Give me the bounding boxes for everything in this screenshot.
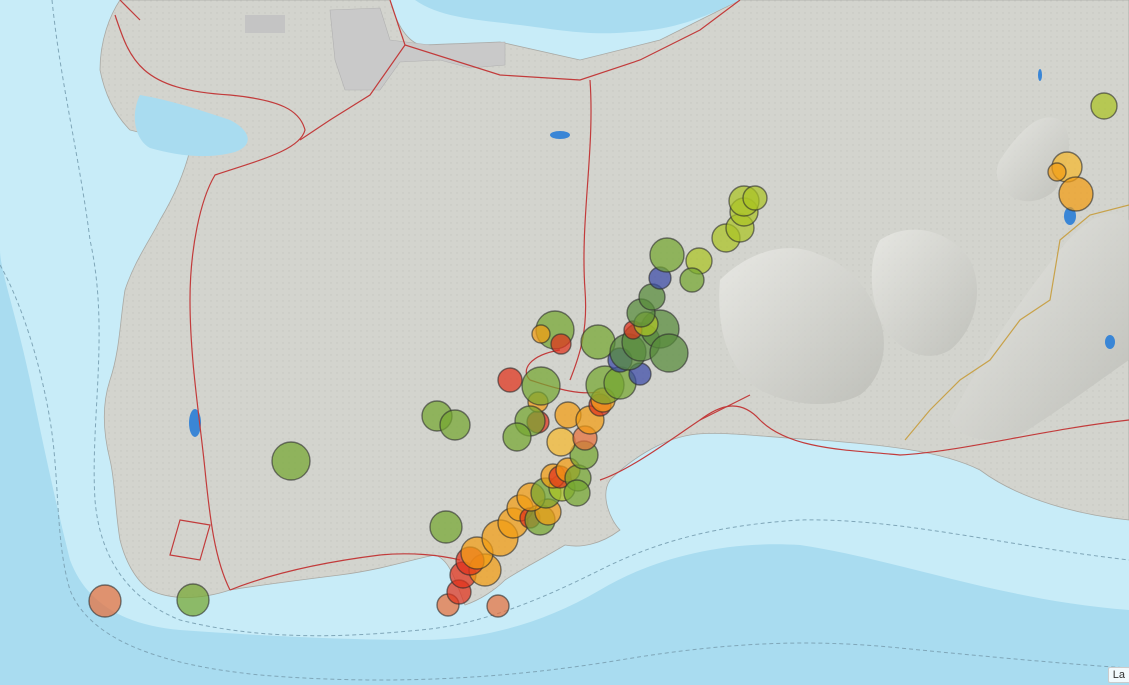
lake [1038,69,1042,81]
lake [550,131,570,139]
earthquake-marker[interactable] [649,237,685,273]
earthquake-marker[interactable] [649,333,689,373]
earthquake-marker[interactable] [497,367,523,393]
lake [1105,335,1115,349]
earthquake-marker[interactable] [1058,176,1094,212]
earthquake-marker[interactable] [679,267,705,293]
map-attribution-label[interactable]: La [1107,667,1129,683]
earthquake-marker[interactable] [742,185,768,211]
earthquake-marker[interactable] [563,479,591,507]
earthquake-marker[interactable] [546,427,576,457]
map-canvas[interactable] [0,0,1129,685]
urban-block [245,15,285,33]
earthquake-marker[interactable] [531,324,551,344]
earthquake-marker[interactable] [1047,162,1067,182]
earthquake-marker[interactable] [486,594,510,618]
earthquake-marker[interactable] [521,366,561,406]
earthquake-marker[interactable] [271,441,311,481]
earthquake-marker[interactable] [550,333,572,355]
earthquake-marker[interactable] [502,422,532,452]
earthquake-marker[interactable] [429,510,463,544]
earthquake-marker[interactable] [439,409,471,441]
earthquake-marker[interactable] [88,584,122,618]
earthquake-marker[interactable] [176,583,210,617]
map-view[interactable]: La [0,0,1129,685]
earthquake-marker[interactable] [1090,92,1118,120]
